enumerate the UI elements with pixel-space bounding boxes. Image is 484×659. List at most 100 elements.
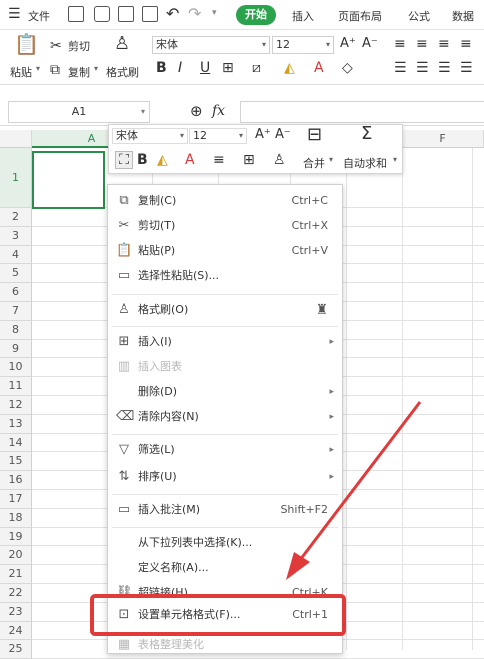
autosum-button[interactable]: 自动求和 xyxy=(343,155,387,171)
align-center-icon[interactable]: ☰ xyxy=(416,60,429,76)
menu-item-define-name[interactable]: 定义名称(A)... xyxy=(108,556,342,580)
copy-icon[interactable]: ⧉ xyxy=(50,62,60,78)
row-header-8[interactable]: 8 xyxy=(0,320,32,340)
tab-insert[interactable]: 插入 xyxy=(292,8,314,24)
menu-item-filter[interactable]: ▽ 筛选(L) ▸ xyxy=(108,438,342,462)
row-header-13[interactable]: 13 xyxy=(0,414,32,434)
decrease-font-icon[interactable]: A⁻ xyxy=(275,127,291,143)
row-header-14[interactable]: 14 xyxy=(0,433,32,453)
bold-icon[interactable]: B xyxy=(156,60,167,76)
merge-dropdown-icon[interactable]: ▾ xyxy=(329,155,333,164)
font-color-icon[interactable]: A xyxy=(185,152,195,168)
merge-button[interactable]: 合并 xyxy=(303,155,325,171)
paste-icon[interactable]: 📋 xyxy=(14,34,39,54)
tab-page-layout[interactable]: 页面布局 xyxy=(338,8,382,24)
format-painter-icon[interactable]: ♙ xyxy=(273,152,286,168)
column-header-f[interactable]: F xyxy=(402,130,484,148)
undo-icon[interactable]: ↶ xyxy=(166,4,179,23)
increase-font-icon[interactable]: A⁺ xyxy=(255,127,271,143)
format-painter-icon[interactable]: ♙ xyxy=(114,35,130,53)
menu-item-delete[interactable]: 删除(D) ▸ xyxy=(108,380,342,404)
selected-cell-a1[interactable] xyxy=(32,151,105,209)
name-box[interactable]: A1 ▾ xyxy=(8,101,150,123)
cut-button[interactable]: 剪切 xyxy=(68,38,90,54)
row-header-20[interactable]: 20 xyxy=(0,546,32,566)
row-header-10[interactable]: 10 xyxy=(0,358,32,378)
print-preview-icon[interactable] xyxy=(142,6,158,22)
row-header-21[interactable]: 21 xyxy=(0,565,32,584)
format-cell-icon[interactable]: ⛶ xyxy=(115,151,133,169)
decrease-font-icon[interactable]: A⁻ xyxy=(362,36,378,52)
align-right-icon[interactable]: ☰ xyxy=(438,60,451,76)
italic-icon[interactable]: I xyxy=(178,60,182,76)
font-name-select[interactable]: 宋体 ▾ xyxy=(152,36,270,54)
align-icon[interactable]: ≡ xyxy=(213,152,225,168)
sigma-icon[interactable]: Σ xyxy=(361,125,372,143)
autosum-dropdown-icon[interactable]: ▾ xyxy=(393,155,397,164)
align-top-icon[interactable]: ≡ xyxy=(394,36,406,52)
row-header-18[interactable]: 18 xyxy=(0,508,32,528)
copy-dropdown-icon[interactable]: ▾ xyxy=(94,64,98,73)
select-all-corner[interactable] xyxy=(0,130,32,148)
menu-item-pick-from-list[interactable]: 从下拉列表中选择(K)... xyxy=(108,531,342,555)
border-icon[interactable]: ⊞ xyxy=(222,60,234,76)
align-middle-icon[interactable]: ≡ xyxy=(416,36,428,52)
menu-item-paste[interactable]: 📋 粘贴(P) Ctrl+V xyxy=(108,239,342,263)
row-header-7[interactable]: 7 xyxy=(0,302,32,321)
row-header-5[interactable]: 5 xyxy=(0,264,32,284)
font-color-icon[interactable]: A xyxy=(314,60,324,76)
formula-input[interactable] xyxy=(240,101,484,123)
wrap-icon[interactable]: ≡ xyxy=(460,36,472,52)
scissors-icon[interactable]: ✂ xyxy=(50,38,62,54)
row-header-6[interactable]: 6 xyxy=(0,283,32,302)
zoom-icon[interactable]: ⊕ xyxy=(190,103,203,119)
row-header-22[interactable]: 22 xyxy=(0,584,32,603)
menu-item-insert-comment[interactable]: ▭ 插入批注(M) Shift+F2 xyxy=(108,498,342,522)
tab-formulas[interactable]: 公式 xyxy=(408,8,430,24)
save-icon[interactable] xyxy=(68,6,84,22)
row-header-19[interactable]: 19 xyxy=(0,527,32,547)
row-header-15[interactable]: 15 xyxy=(0,452,32,472)
justify-icon[interactable]: ☰ xyxy=(460,60,473,76)
fx-icon[interactable]: fx xyxy=(212,103,225,119)
align-left-icon[interactable]: ☰ xyxy=(394,60,407,76)
tab-home[interactable]: 开始 xyxy=(236,5,276,25)
merge-icon[interactable]: ⊟ xyxy=(307,126,322,144)
menu-item-cut[interactable]: ✂ 剪切(T) Ctrl+X xyxy=(108,214,342,238)
row-header-2[interactable]: 2 xyxy=(0,208,32,227)
bold-icon[interactable]: B xyxy=(137,152,148,168)
fill-color-icon[interactable]: ◭ xyxy=(284,60,295,76)
hamburger-icon[interactable]: ☰ xyxy=(8,6,21,22)
menu-item-format-painter[interactable]: ♙ 格式刷(O) ♜ xyxy=(108,298,342,322)
row-header-16[interactable]: 16 xyxy=(0,471,32,490)
row-header-24[interactable]: 24 xyxy=(0,621,32,641)
menu-item-clear-contents[interactable]: ⌫ 清除内容(N) ▸ xyxy=(108,405,342,429)
format-painter-button[interactable]: 格式刷 xyxy=(106,64,139,80)
align-bottom-icon[interactable]: ≡ xyxy=(438,36,450,52)
menu-item-paste-special[interactable]: ▭ 选择性粘贴(S)... xyxy=(108,264,342,288)
menu-file[interactable]: 文件 xyxy=(28,8,50,24)
mini-font-name-select[interactable]: 宋体 ▾ xyxy=(112,128,188,144)
menu-item-sort[interactable]: ⇅ 排序(U) ▸ xyxy=(108,465,342,489)
menu-item-copy[interactable]: ⧉ 复制(C) Ctrl+C xyxy=(108,189,342,213)
row-header-4[interactable]: 4 xyxy=(0,245,32,265)
fill-style-icon[interactable]: ⧄ xyxy=(252,60,261,76)
print-icon[interactable] xyxy=(118,6,134,22)
paste-dropdown-icon[interactable]: ▾ xyxy=(36,64,40,73)
row-header-12[interactable]: 12 xyxy=(0,396,32,415)
paste-button[interactable]: 粘贴 xyxy=(10,64,32,80)
row-header-11[interactable]: 11 xyxy=(0,377,32,396)
export-icon[interactable] xyxy=(94,6,110,22)
row-header-9[interactable]: 9 xyxy=(0,339,32,359)
row-header-17[interactable]: 17 xyxy=(0,490,32,509)
menu-item-insert[interactable]: ⊞ 插入(I) ▸ xyxy=(108,330,342,354)
redo-icon[interactable]: ↷ xyxy=(188,4,201,23)
mini-font-size-select[interactable]: 12 ▾ xyxy=(189,128,247,144)
quick-access-dropdown-icon[interactable]: ▾ xyxy=(212,8,217,18)
tab-data[interactable]: 数据 xyxy=(452,8,474,24)
increase-font-icon[interactable]: A⁺ xyxy=(340,36,356,52)
clear-format-icon[interactable]: ◇ xyxy=(342,60,353,76)
copy-button[interactable]: 复制 xyxy=(68,64,90,80)
row-header-1[interactable]: 1 xyxy=(0,148,32,208)
underline-icon[interactable]: U xyxy=(200,60,210,76)
